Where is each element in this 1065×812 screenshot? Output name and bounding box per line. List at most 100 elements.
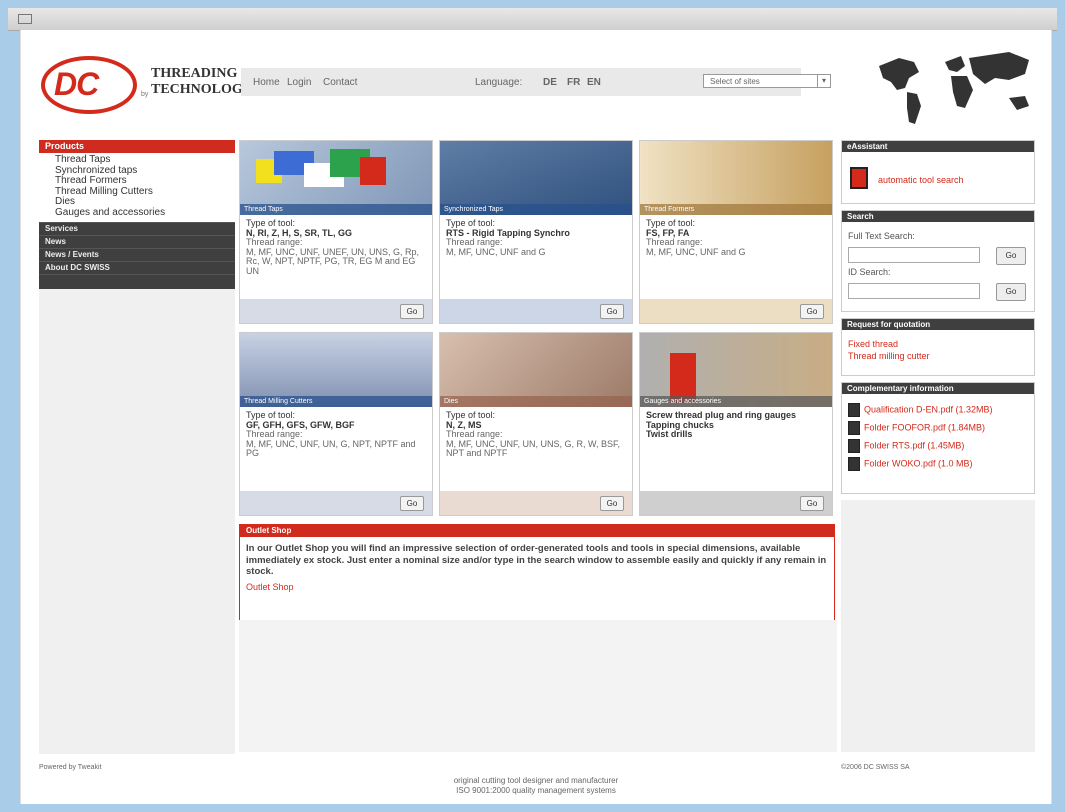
card-thread-milling: Thread Milling Cutters Type of tool: GF,… (239, 332, 433, 516)
card-range: M, MF, UNC, UNF and G (646, 246, 746, 257)
footer-tagline: original cutting tool designer and manuf… (321, 776, 751, 796)
eassistant-link[interactable]: automatic tool search (878, 175, 964, 185)
outlet-shop-box: Outlet Shop In our Outlet Shop you will … (239, 524, 835, 624)
footer-powered[interactable]: Powered by Tweakit (39, 764, 102, 771)
info-item[interactable]: Folder WOKO.pdf (1.0 MB) (848, 457, 973, 471)
sidebar-item-thread-formers[interactable]: Thread Formers (39, 175, 235, 187)
card-type-label: Type of tool: (646, 218, 696, 228)
lang-fr[interactable]: FR (567, 77, 580, 88)
go-button[interactable]: Go (800, 304, 824, 319)
card-caption: Dies (440, 396, 632, 407)
info-item[interactable]: Folder RTS.pdf (1.45MB) (848, 439, 964, 453)
sidebar-item-thread-taps[interactable]: Thread Taps (39, 154, 235, 166)
card-footer: Go (240, 299, 432, 323)
right-filler (841, 500, 1035, 752)
card-footer: Go (440, 491, 632, 515)
card-range: M, MF, UNC, UNF, UN, UNS, G, R, W, BSF, … (446, 438, 621, 458)
sidebar-item-gauges[interactable]: Gauges and accessories (39, 207, 235, 219)
lang-en[interactable]: EN (587, 77, 601, 88)
card-footer: Go (640, 491, 832, 515)
card-thread-formers: Thread Formers Type of tool: FS, FP, FA … (639, 140, 833, 324)
go-button[interactable]: Go (600, 496, 624, 511)
id-search-input[interactable] (848, 283, 980, 299)
fulltext-go-button[interactable]: Go (996, 247, 1026, 265)
nav-contact[interactable]: Contact (323, 77, 357, 88)
sidebar: Products Thread Taps Synchronized taps T… (39, 140, 235, 754)
card-gauges: Gauges and accessories Screw thread plug… (639, 332, 833, 516)
footer-copyright: ©2006 DC SWISS SA (841, 764, 910, 771)
search-box: Search Full Text Search: Go ID Search: G… (841, 210, 1035, 312)
pdf-icon (848, 457, 860, 471)
header: DC THREADING by TECHNOLOGY Home Login Co… (21, 30, 1051, 136)
info-title: Complementary information (842, 383, 1034, 394)
brand-line2: TECHNOLOGY (151, 82, 253, 97)
card-caption: Thread Milling Cutters (240, 396, 432, 407)
page: DC THREADING by TECHNOLOGY Home Login Co… (20, 30, 1052, 804)
pdf-icon (848, 439, 860, 453)
card-synchronized-taps: Synchronized Taps Type of tool: RTS - Ri… (439, 140, 633, 324)
sidebar-products[interactable]: Products (39, 140, 235, 153)
card-footer: Go (440, 299, 632, 323)
product-list: Thread Taps Synchronized taps Thread For… (39, 153, 235, 222)
id-search-go-button[interactable]: Go (996, 283, 1026, 301)
card-caption: Synchronized Taps (440, 204, 632, 215)
sidebar-item-about[interactable]: About DC SWISS (39, 261, 235, 274)
eassistant-title: eAssistant (842, 141, 1034, 152)
sidebar-item-news-events[interactable]: News / Events (39, 248, 235, 261)
card-range: M, MF, UNC, UNF, UNEF, UN, UNS, G, Rp, R… (246, 246, 420, 276)
quotation-title: Request for quotation (842, 319, 1034, 330)
footer-line1: original cutting tool designer and manuf… (453, 776, 619, 785)
go-button[interactable]: Go (400, 304, 424, 319)
info-link[interactable]: Folder RTS.pdf (1.45MB) (864, 440, 964, 450)
card-body: Type of tool: FS, FP, FA Thread range: M… (646, 218, 826, 257)
card-caption: Thread Taps (240, 204, 432, 215)
site-select-value: Select of sites (710, 77, 760, 86)
go-button[interactable]: Go (800, 496, 824, 511)
nav-login[interactable]: Login (287, 77, 311, 88)
footer-line2: ISO 9001:2000 quality management systems (456, 786, 616, 795)
card-caption: Thread Formers (640, 204, 832, 215)
card-thread-taps: Thread Taps Type of tool: N, RI, Z, H, S… (239, 140, 433, 324)
card-body: Screw thread plug and ring gauges Tappin… (646, 410, 826, 440)
sidebar-item-services[interactable]: Services (39, 222, 235, 235)
quotation-link-milling[interactable]: Thread milling cutter (848, 351, 930, 361)
quotation-box: Request for quotation Fixed thread Threa… (841, 318, 1035, 376)
card-caption: Gauges and accessories (640, 396, 832, 407)
info-item[interactable]: Qualification D-EN.pdf (1.32MB) (848, 403, 993, 417)
lang-de[interactable]: DE (543, 77, 557, 88)
info-box: Complementary information Qualification … (841, 382, 1035, 494)
outlet-title: Outlet Shop (240, 525, 834, 537)
fulltext-label: Full Text Search: (848, 231, 915, 241)
card-type-label: Type of tool: (246, 218, 296, 228)
card-footer: Go (240, 491, 432, 515)
info-link[interactable]: Folder FOOFOR.pdf (1.84MB) (864, 422, 985, 432)
top-nav: Home Login Contact Language: DE FR EN Se… (241, 68, 831, 96)
info-link[interactable]: Qualification D-EN.pdf (1.32MB) (864, 404, 993, 414)
go-button[interactable]: Go (600, 304, 624, 319)
go-button[interactable]: Go (400, 496, 424, 511)
brand-by: by (141, 91, 149, 98)
quotation-link-fixed[interactable]: Fixed thread (848, 339, 898, 349)
card-type-label: Type of tool: (446, 410, 496, 420)
info-item[interactable]: Folder FOOFOR.pdf (1.84MB) (848, 421, 985, 435)
outlet-link[interactable]: Outlet Shop (240, 578, 834, 596)
card-footer: Go (640, 299, 832, 323)
window-icon (18, 14, 32, 24)
card-body: Type of tool: N, RI, Z, H, S, SR, TL, GG… (246, 218, 426, 276)
content-filler (239, 620, 837, 752)
pdf-icon (848, 421, 860, 435)
card-body: Type of tool: N, Z, MS Thread range: M, … (446, 410, 626, 459)
site-select[interactable]: Select of sites ▾ (703, 74, 831, 88)
id-search-label: ID Search: (848, 267, 891, 277)
card-range: M, MF, UNC, UNF and G (446, 246, 546, 257)
language-label: Language: (475, 77, 523, 88)
info-link[interactable]: Folder WOKO.pdf (1.0 MB) (864, 458, 973, 468)
search-title: Search (842, 211, 1034, 222)
sidebar-item-dies[interactable]: Dies (39, 196, 235, 208)
pdf-icon (848, 403, 860, 417)
nav-home[interactable]: Home (253, 77, 280, 88)
fulltext-input[interactable] (848, 247, 980, 263)
card-range: M, MF, UNC, UNF, UN, G, NPT, NPTF and PG (246, 438, 416, 458)
sidebar-item-news[interactable]: News (39, 235, 235, 248)
browser-titlebar (8, 8, 1057, 31)
